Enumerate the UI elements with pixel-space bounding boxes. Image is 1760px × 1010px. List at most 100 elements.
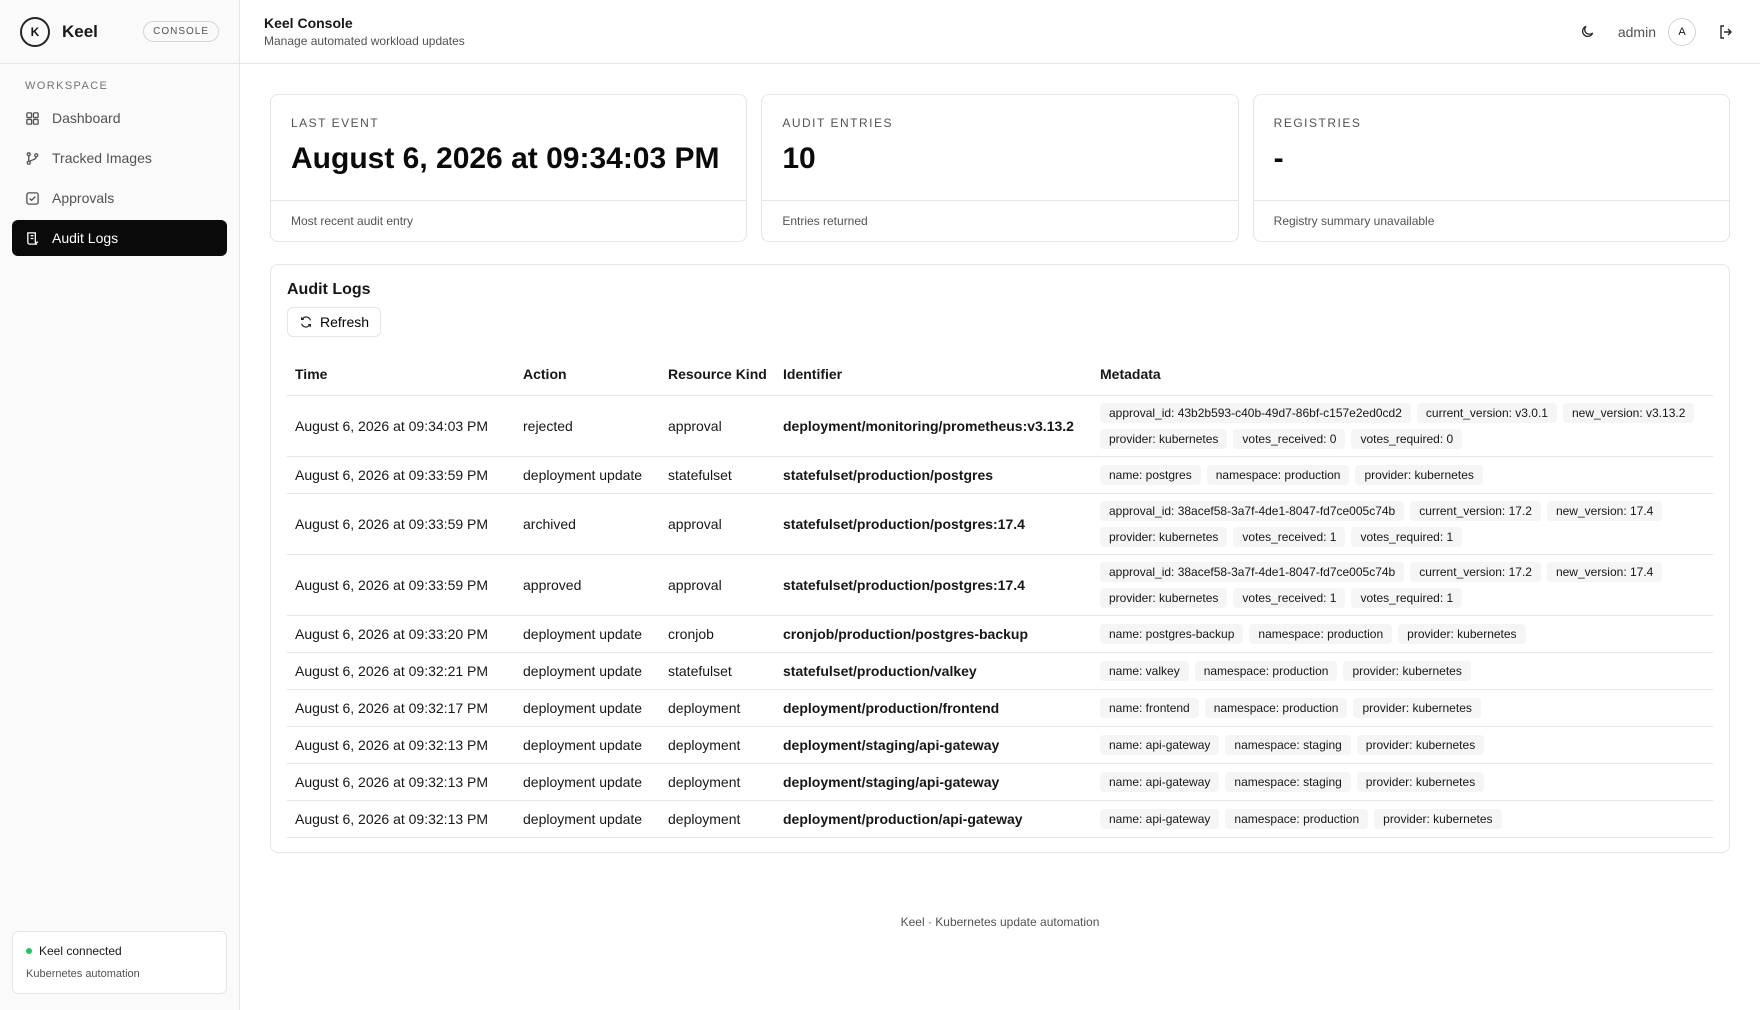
stat-value: 10	[782, 142, 816, 175]
cell-time: August 6, 2026 at 09:32:13 PM	[287, 800, 515, 838]
cell-identifier: deployment/production/frontend	[775, 689, 1092, 727]
cell-metadata: name: api-gateway namespace: staging provi…	[1092, 726, 1713, 764]
brand-name: Keel	[62, 21, 98, 41]
cell-identifier: statefulset/production/postgres	[775, 456, 1092, 494]
sidebar-nav: Dashboard Tracked Images Approvals Audit…	[0, 100, 239, 256]
cell-identifier: deployment/production/api-gateway	[775, 800, 1092, 838]
moon-icon	[1582, 25, 1594, 37]
cell-metadata: name: frontend namespace: production provi…	[1092, 689, 1713, 727]
cell-action: rejected	[515, 395, 660, 457]
column-header-identifier[interactable]: Identifier	[775, 353, 1092, 396]
cell-metadata: name: api-gateway namespace: production pr…	[1092, 800, 1713, 838]
stat-value: August 6, 2026 at 09:34:03 PM	[291, 142, 720, 175]
table-row[interactable]: August 6, 2026 at 09:32:13 PM deployment …	[287, 763, 1713, 801]
scroll-icon	[27, 231, 39, 245]
logout-icon	[1720, 24, 1732, 39]
sidebar-item-tracked-images[interactable]: Tracked Images	[12, 140, 227, 176]
metadata-tag: namespace: production	[1204, 697, 1348, 718]
metadata-tag: namespace: production	[1249, 623, 1393, 644]
cell-resource-kind: approval	[660, 493, 775, 555]
stat-card-registries: REGISTRIES - Registry summary unavailabl…	[1252, 94, 1730, 242]
metadata-tag: name: api-gateway	[1100, 771, 1220, 792]
metadata-tag: votes_received: 1	[1233, 526, 1346, 547]
cell-time: August 6, 2026 at 09:33:59 PM	[287, 554, 515, 616]
stat-label: LAST EVENT	[291, 116, 380, 130]
user-name: admin	[1617, 23, 1656, 40]
nav-section-label: WORKSPACE	[25, 80, 109, 92]
cell-resource-kind: deployment	[660, 726, 775, 764]
metadata-tag: name: api-gateway	[1100, 808, 1220, 829]
stat-card-audit-entries: AUDIT ENTRIES 10 Entries returned	[761, 94, 1239, 242]
stat-footnote: Entries returned	[782, 214, 868, 228]
metadata-tag: provider: kubernetes	[1355, 464, 1483, 485]
dashboard-icon	[26, 111, 39, 125]
metadata-tag: new_version: 17.4	[1546, 561, 1663, 582]
metadata-tag: provider: kubernetes	[1100, 587, 1228, 608]
refresh-button[interactable]: Refresh	[287, 307, 382, 337]
table-row[interactable]: August 6, 2026 at 09:33:59 PM deployment …	[287, 456, 1713, 494]
metadata-tag: provider: kubernetes	[1343, 660, 1471, 681]
cell-identifier: deployment/staging/api-gateway	[775, 726, 1092, 764]
logout-button[interactable]	[1716, 22, 1736, 42]
column-header-action[interactable]: Action	[515, 353, 660, 396]
metadata-tag: provider: kubernetes	[1356, 771, 1485, 792]
table-row[interactable]: August 6, 2026 at 09:32:21 PM deployment …	[287, 652, 1713, 690]
audit-logs-title: Audit Logs	[287, 281, 371, 298]
cell-action: deployment update	[515, 456, 660, 494]
metadata-tag: current_version: 17.2	[1410, 500, 1541, 521]
sidebar-item-label: Dashboard	[52, 110, 121, 126]
metadata-tag: votes_required: 0	[1351, 428, 1463, 449]
stat-value: -	[1273, 142, 1284, 175]
cell-resource-kind: statefulset	[660, 456, 775, 494]
metadata-tag: namespace: production	[1206, 464, 1350, 485]
cell-time: August 6, 2026 at 09:32:17 PM	[287, 689, 515, 727]
refresh-label: Refresh	[320, 314, 370, 330]
cell-action: deployment update	[515, 652, 660, 690]
brand: K Keel CONSOLE	[0, 0, 239, 64]
audit-logs-table: Time Action Resource Kind Identifier Met…	[287, 353, 1713, 838]
keel-logo-icon[interactable]: K	[20, 16, 50, 47]
cell-identifier: deployment/staging/api-gateway	[775, 763, 1092, 801]
metadata-tag: name: postgres	[1100, 464, 1201, 485]
cell-metadata: approval_id: 38acef58-3a7f-4de1-8047-fd7…	[1092, 554, 1713, 616]
stat-footnote: Most recent audit entry	[291, 214, 414, 228]
cell-metadata: name: postgres namespace: production provi…	[1092, 456, 1713, 494]
metadata-tag: votes_received: 0	[1233, 428, 1346, 449]
metadata-tag: provider: kubernetes	[1398, 623, 1526, 644]
avatar[interactable]: A	[1668, 17, 1696, 46]
cell-action: deployment update	[515, 763, 660, 801]
metadata-tag: name: api-gateway	[1100, 734, 1220, 755]
sidebar-item-approvals[interactable]: Approvals	[12, 180, 227, 216]
page-title: Keel Console	[264, 15, 353, 31]
cell-action: deployment update	[515, 615, 660, 653]
metadata-tag: namespace: production	[1225, 808, 1369, 829]
status-dot-icon	[26, 948, 32, 954]
stat-label: REGISTRIES	[1273, 116, 1362, 130]
cell-metadata: approval_id: 38acef58-3a7f-4de1-8047-fd7…	[1092, 493, 1713, 555]
status-title: Keel connected	[39, 944, 122, 958]
cell-resource-kind: approval	[660, 395, 775, 457]
sidebar-item-dashboard[interactable]: Dashboard	[12, 100, 227, 136]
sidebar-item-label: Approvals	[52, 190, 115, 206]
table-row[interactable]: August 6, 2026 at 09:34:03 PM rejected app…	[287, 395, 1713, 457]
table-row[interactable]: August 6, 2026 at 09:33:59 PM approved app…	[287, 554, 1713, 616]
cell-identifier: statefulset/production/postgres:17.4	[775, 493, 1092, 555]
footer-text: Keel · Kubernetes update automation	[900, 915, 1100, 929]
metadata-tag: provider: kubernetes	[1100, 428, 1228, 449]
metadata-tag: votes_required: 1	[1351, 587, 1463, 608]
column-header-resource-kind[interactable]: Resource Kind	[660, 353, 775, 396]
git-branch-icon	[26, 151, 39, 165]
table-row[interactable]: August 6, 2026 at 09:33:20 PM deployment …	[287, 615, 1713, 653]
table-row[interactable]: August 6, 2026 at 09:32:13 PM deployment …	[287, 800, 1713, 838]
cell-time: August 6, 2026 at 09:33:20 PM	[287, 615, 515, 653]
cell-action: approved	[515, 554, 660, 616]
theme-toggle-button[interactable]	[1578, 22, 1598, 42]
table-row[interactable]: August 6, 2026 at 09:32:13 PM deployment …	[287, 726, 1713, 764]
column-header-metadata[interactable]: Metadata	[1092, 353, 1713, 396]
column-header-time[interactable]: Time	[287, 353, 515, 396]
table-row[interactable]: August 6, 2026 at 09:32:17 PM deployment …	[287, 689, 1713, 727]
table-row[interactable]: August 6, 2026 at 09:33:59 PM archived app…	[287, 493, 1713, 555]
cell-metadata: name: api-gateway namespace: staging provi…	[1092, 763, 1713, 801]
sidebar-item-audit-logs[interactable]: Audit Logs	[12, 220, 227, 256]
metadata-tag: votes_required: 1	[1351, 526, 1463, 547]
